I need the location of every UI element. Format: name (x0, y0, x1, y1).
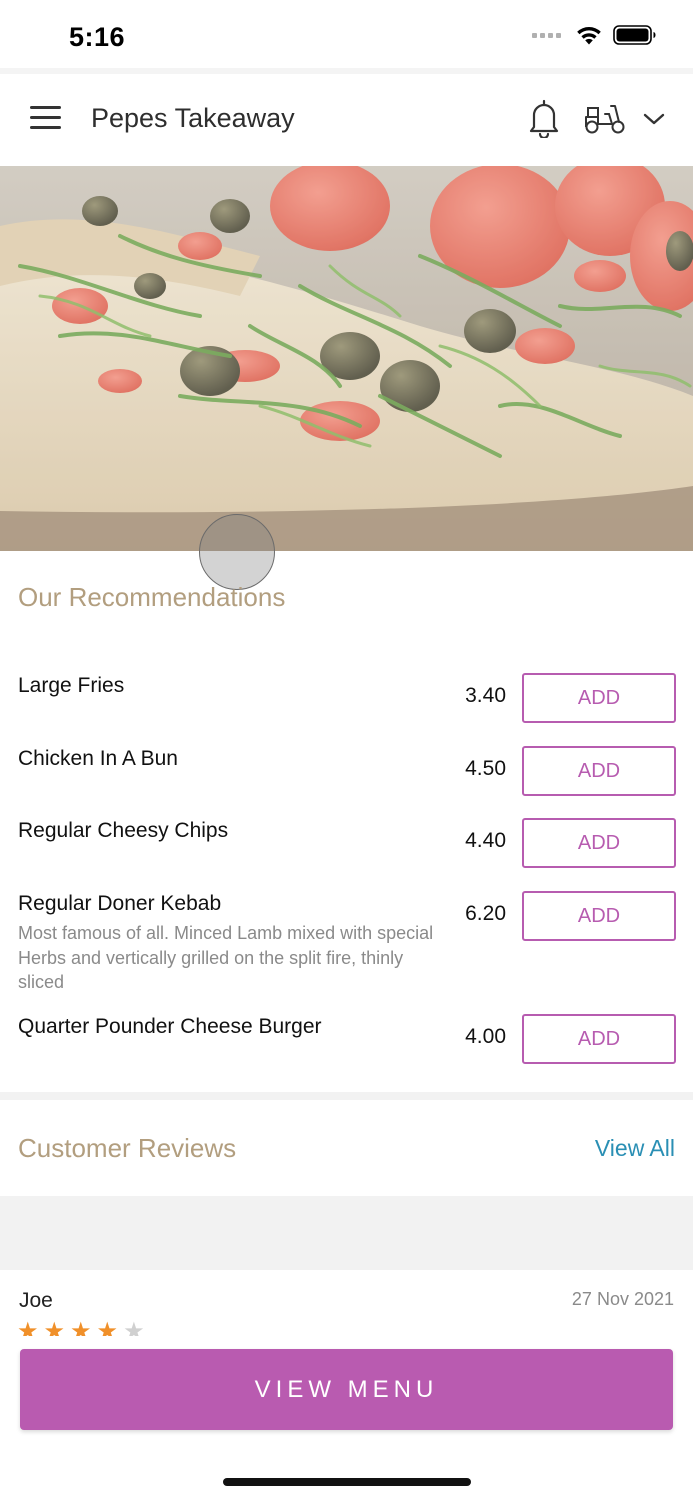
signal-icon (532, 32, 561, 38)
item-price: 4.00 (465, 1025, 506, 1048)
wifi-icon (577, 27, 601, 45)
bell-icon[interactable] (526, 98, 562, 138)
item-name: Regular Doner Kebab (18, 892, 222, 915)
hamburger-menu-icon[interactable] (30, 106, 61, 130)
item-name: Regular Cheesy Chips (18, 819, 229, 842)
item-price: 4.40 (465, 829, 506, 852)
status-icons (532, 24, 657, 46)
add-button[interactable]: ADD (522, 673, 676, 723)
item-price: 6.20 (465, 902, 506, 925)
item-description: Most famous of all. Minced Lamb mixed wi… (18, 923, 434, 992)
chevron-down-icon[interactable] (642, 110, 666, 128)
star-empty-icon: ★ (123, 1320, 145, 1336)
list-item: Chicken In A Bun 4.50 ADD (0, 746, 693, 807)
add-button[interactable]: ADD (522, 891, 676, 941)
item-price: 4.50 (465, 757, 506, 780)
list-item: Regular Cheesy Chips 4.40 ADD (0, 818, 693, 879)
view-menu-button[interactable]: VIEW MENU (20, 1349, 673, 1430)
app-header: Pepes Takeaway (0, 74, 693, 166)
hero-image (0, 166, 693, 551)
status-time: 5:16 (69, 22, 126, 52)
add-button[interactable]: ADD (522, 1014, 676, 1064)
reviews-header: Customer Reviews View All (0, 1100, 693, 1196)
recommendations-heading: Our Recommendations (18, 582, 286, 612)
item-name: Chicken In A Bun (18, 747, 178, 770)
star-filled-icon: ★ (43, 1320, 66, 1336)
star-rating: ★ ★ ★ ★ ★ (17, 1320, 145, 1336)
list-item: Large Fries 3.40 ADD (0, 673, 693, 734)
item-price: 3.40 (465, 684, 506, 707)
star-filled-icon: ★ (70, 1320, 92, 1336)
add-button[interactable]: ADD (522, 746, 676, 796)
scooter-icon[interactable] (583, 100, 627, 136)
star-filled-icon: ★ (17, 1320, 39, 1336)
add-button[interactable]: ADD (522, 818, 676, 868)
section-divider (0, 1092, 693, 1100)
list-item: Quarter Pounder Cheese Burger 4.00 ADD (0, 1014, 693, 1075)
battery-icon (613, 25, 656, 45)
status-bar: 5:16 (0, 0, 693, 68)
app-title: Pepes Takeaway (91, 103, 295, 133)
reviews-heading: Customer Reviews (18, 1133, 237, 1163)
view-all-link[interactable]: View All (595, 1135, 675, 1162)
review-date: 27 Nov 2021 (571, 1289, 674, 1309)
touch-indicator (199, 514, 275, 590)
reviewer-name: Joe (19, 1289, 53, 1312)
item-name: Large Fries (18, 674, 125, 697)
star-filled-icon: ★ (96, 1320, 119, 1336)
home-indicator (223, 1478, 471, 1486)
section-divider (0, 1196, 693, 1270)
item-name: Quarter Pounder Cheese Burger (18, 1015, 322, 1038)
list-item: Regular Doner Kebab Most famous of all. … (0, 891, 693, 1002)
